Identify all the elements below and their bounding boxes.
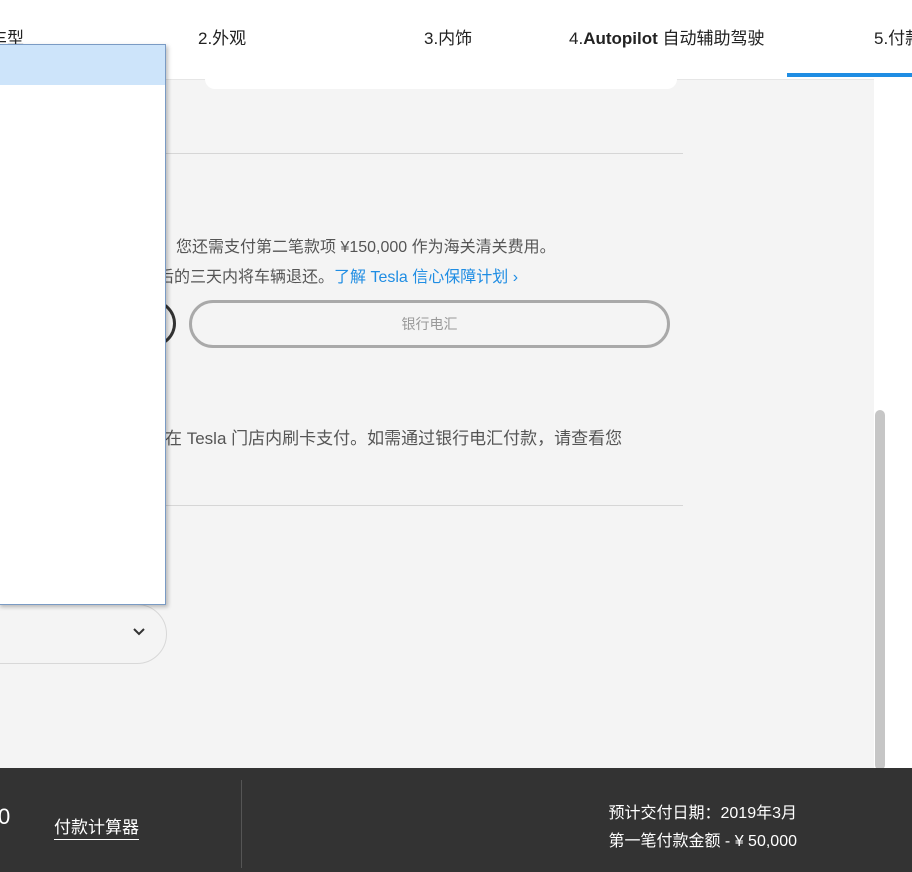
return-policy-prefix: 后的三天内将车辆退还。 [158, 269, 335, 286]
price-edge-digit: 0 [0, 804, 11, 829]
second-payment-text: 您还需支付第二笔款项 ¥150,000 作为海关清关费用。 [176, 239, 556, 256]
footer-divider [241, 780, 242, 868]
card-bottom-edge [205, 79, 677, 89]
dropdown-option-selected[interactable] [0, 45, 165, 85]
chevron-down-icon[interactable] [131, 626, 147, 638]
tab-exterior[interactable]: 2.外观 [198, 24, 246, 49]
tab-autopilot[interactable]: 4.Autopilot 自动辅助驾驶 [569, 24, 765, 49]
delivery-info: 预计交付日期：2019年3月 第一笔付款金额 - ¥ 50,000 [608, 800, 797, 856]
delivery-date: 预计交付日期：2019年3月 [608, 805, 798, 822]
footer-bar: 0 付款计算器 预计交付日期：2019年3月 第一笔付款金额 - ¥ 50,00… [0, 768, 912, 872]
card-payment-text: 在 Tesla 门店内刷卡支付。如需通过银行电汇付款，请查看您 [165, 429, 623, 448]
active-tab-indicator [787, 73, 912, 77]
tab-autopilot-bold: Autopilot [583, 29, 658, 48]
first-payment-amount: 第一笔付款金额 - ¥ 50,000 [608, 833, 797, 850]
confidence-plan-link[interactable]: 了解 Tesla 信心保障计划 › [334, 269, 518, 286]
dropdown-list[interactable] [0, 44, 166, 605]
tab-payment[interactable]: 5.付款 [874, 24, 912, 49]
tab-interior[interactable]: 3.内饰 [424, 24, 472, 49]
payment-calculator-link[interactable]: 付款计算器 [54, 813, 139, 840]
tab-autopilot-prefix: 4. [569, 29, 584, 48]
tab-autopilot-suffix: 自动辅助驾驶 [657, 29, 765, 48]
bank-transfer-button[interactable]: 银行电汇 [189, 300, 670, 348]
return-policy-text: 后的三天内将车辆退还。了解 Tesla 信心保障计划 › [158, 263, 518, 287]
scrollbar-thumb[interactable] [875, 410, 885, 770]
